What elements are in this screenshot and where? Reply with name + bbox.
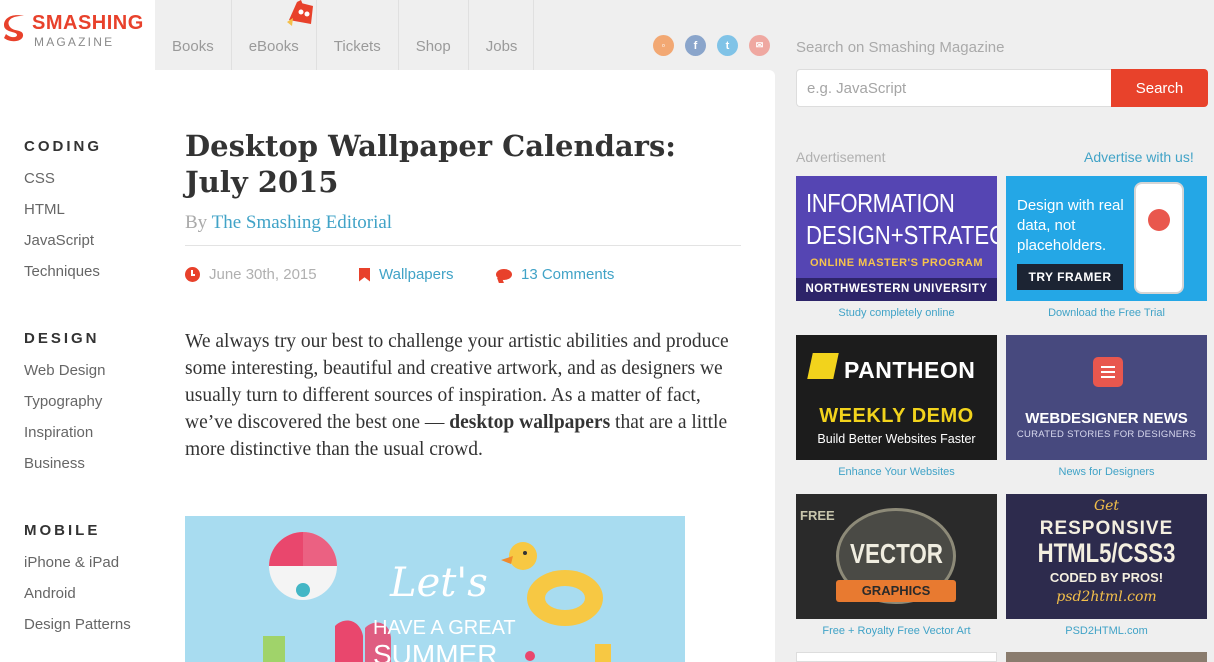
sidebar-link-css[interactable]: CSS	[24, 170, 55, 187]
ad6-caption[interactable]: PSD2HTML.com	[1006, 625, 1207, 637]
top-nav: Books eBooks Tickets Shop Jobs	[155, 0, 535, 70]
summer-illustration: Let's HAVE A GREAT SUMMER	[263, 532, 611, 662]
ad2-caption[interactable]: Download the Free Trial	[1006, 307, 1207, 319]
sidebar-link-typography[interactable]: Typography	[24, 393, 102, 410]
search-label: Search on Smashing Magazine	[796, 39, 1005, 56]
article: Desktop Wallpaper Calendars: July 2015 B…	[155, 70, 775, 662]
phone-icon	[1134, 182, 1184, 294]
intro-bold: desktop wallpapers	[449, 412, 611, 433]
advertise-link[interactable]: Advertise with us!	[1084, 149, 1194, 165]
ad-label: Advertisement	[796, 149, 886, 165]
ad5-line3: GRAPHICS	[836, 580, 956, 602]
ad2-button: TRY FRAMER	[1017, 264, 1123, 290]
nav-jobs[interactable]: Jobs	[469, 0, 535, 70]
ad3-line1: PANTHEON	[844, 357, 976, 383]
ad-placeholder	[796, 652, 997, 662]
ad1-line2: DESIGN+STRATEGY	[806, 220, 997, 250]
ad-pantheon[interactable]: PANTHEON WEEKLY DEMO Build Better Websit…	[796, 335, 997, 460]
ad1-caption[interactable]: Study completely online	[796, 307, 997, 319]
ad3-line2: WEEKLY DEMO	[819, 405, 974, 427]
article-date: June 30th, 2015	[185, 266, 317, 283]
logo-title: SMASHING	[32, 12, 144, 34]
ad-psd2html[interactable]: Get RESPONSIVE HTML5/CSS3 CODED BY PROS!…	[1006, 494, 1207, 619]
pantheon-logo-icon	[807, 353, 839, 379]
category-link[interactable]: Wallpapers	[379, 266, 453, 283]
ad-vector-graphics[interactable]: FREE VECTOR GRAPHICS	[796, 494, 997, 619]
ad-framer[interactable]: Design with real data, not placeholders.…	[1006, 176, 1207, 301]
rss-icon[interactable]: ◦	[653, 35, 674, 56]
comment-icon	[496, 269, 512, 280]
sidebar-link-business[interactable]: Business	[24, 455, 85, 472]
ad5-line1: FREE	[800, 508, 835, 523]
sidebar-link-html[interactable]: HTML	[24, 201, 65, 218]
logo-subtitle: MAGAZINE	[34, 35, 115, 49]
ad4-line1: WEBDESIGNER NEWS	[1025, 410, 1188, 427]
ad4-caption[interactable]: News for Designers	[1006, 466, 1207, 478]
sidebar-link-android[interactable]: Android	[24, 585, 76, 602]
hero-image: Let's HAVE A GREAT SUMMER	[185, 516, 685, 662]
ad6-line1: Get	[1093, 498, 1120, 514]
sidebar-link-design-patterns[interactable]: Design Patterns	[24, 616, 131, 633]
social-links: ◦ f t ✉	[653, 35, 770, 56]
twitter-icon[interactable]: t	[717, 35, 738, 56]
mascot-cat-icon	[287, 0, 313, 26]
sidebar-link-inspiration[interactable]: Inspiration	[24, 424, 93, 441]
search-input[interactable]	[796, 69, 1112, 107]
sidebar-link-web-design[interactable]: Web Design	[24, 362, 105, 379]
ad6-line5: psd2html.com	[1056, 589, 1157, 605]
ad4-line2: CURATED STORIES FOR DESIGNERS	[1016, 429, 1197, 440]
date-text: June 30th, 2015	[209, 266, 317, 283]
sidebar-heading-mobile: MOBILE	[24, 522, 101, 539]
ad6-line4: CODED BY PROS!	[1049, 570, 1164, 585]
ad2-headline: Design with real data, not placeholders.	[1017, 197, 1124, 254]
author-link[interactable]: The Smashing Editorial	[212, 212, 392, 233]
comments-link[interactable]: 13 Comments	[521, 266, 614, 283]
ad3-caption[interactable]: Enhance Your Websites	[796, 466, 997, 478]
ad5-line2: VECTOR	[850, 538, 943, 569]
sidebar-heading-design: DESIGN	[24, 330, 100, 347]
ad1-line1: INFORMATION	[806, 188, 955, 218]
search-button[interactable]: Search	[1111, 69, 1208, 107]
ad-placeholder	[1006, 652, 1207, 662]
smashing-logo-icon	[4, 15, 24, 42]
divider	[185, 245, 741, 246]
ad-northwestern[interactable]: INFORMATION DESIGN+STRATEGY ONLINE MASTE…	[796, 176, 997, 301]
ad1-line3: ONLINE MASTER'S PROGRAM	[809, 257, 983, 269]
ad3-line3: Build Better Websites Faster	[817, 432, 976, 446]
email-icon[interactable]: ✉	[749, 35, 770, 56]
article-comments: 13 Comments	[496, 266, 614, 283]
news-icon	[1093, 357, 1123, 387]
nav-tickets[interactable]: Tickets	[317, 0, 399, 70]
bookmark-icon	[359, 267, 370, 282]
nav-shop[interactable]: Shop	[399, 0, 469, 70]
byline-prefix: By	[185, 212, 208, 233]
hero-have-text: HAVE A GREAT	[373, 617, 516, 639]
article-title: Desktop Wallpaper Calendars: July 2015	[185, 129, 676, 199]
site-logo[interactable]: SMASHING MAGAZINE	[0, 0, 155, 70]
byline: By The Smashing Editorial	[185, 212, 392, 234]
facebook-icon[interactable]: f	[685, 35, 706, 56]
article-category: Wallpapers	[359, 266, 453, 283]
category-sidebar: CODING CSS HTML JavaScript Techniques DE…	[0, 70, 155, 662]
clock-icon	[185, 267, 200, 282]
ad6-line3: HTML5/CSS3	[1037, 538, 1176, 568]
hero-summer-text: SUMMER	[373, 639, 497, 662]
sidebar-link-javascript[interactable]: JavaScript	[24, 232, 94, 249]
sidebar-link-techniques[interactable]: Techniques	[24, 263, 100, 280]
ad6-line2: RESPONSIVE	[1039, 518, 1174, 539]
ad-webdesigner-news[interactable]: WEBDESIGNER NEWS CURATED STORIES FOR DES…	[1006, 335, 1207, 460]
nav-books[interactable]: Books	[155, 0, 232, 70]
ad5-caption[interactable]: Free + Royalty Free Vector Art	[796, 625, 997, 637]
ad1-line4: NORTHWESTERN UNIVERSITY	[796, 278, 997, 301]
sidebar-heading-coding: CODING	[24, 138, 102, 155]
sidebar-link-iphone-ipad[interactable]: iPhone & iPad	[24, 554, 119, 571]
article-intro: We always try our best to challenge your…	[185, 328, 741, 463]
hero-lets-text: Let's	[389, 560, 488, 606]
